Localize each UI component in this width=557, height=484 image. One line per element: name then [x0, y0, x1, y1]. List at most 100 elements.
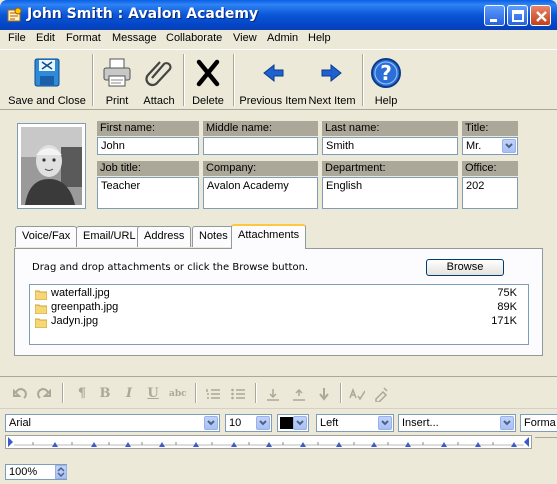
title-bar: John Smith : Avalon Academy — [0, 0, 557, 30]
font-size-select[interactable]: 10 — [225, 414, 272, 432]
save-and-close-button[interactable]: Save and Close — [6, 54, 88, 108]
menu-format[interactable]: Format — [66, 32, 101, 44]
previous-item-button[interactable]: Previous Item — [239, 54, 307, 108]
strikethrough-icon[interactable]: abc — [169, 386, 187, 402]
menu-message[interactable]: Message — [112, 32, 157, 44]
ruler-ticks — [8, 437, 529, 447]
file-size: 171K — [491, 315, 517, 327]
chevron-down-icon[interactable] — [500, 416, 514, 430]
next-item-label: Next Item — [308, 95, 356, 107]
format-toolbar: ¶ B I U abc — [0, 377, 557, 409]
company-label: Company: — [203, 161, 318, 176]
first-name-field[interactable]: John — [97, 137, 199, 155]
title-label: Title: — [462, 121, 518, 136]
align-center-icon[interactable] — [291, 386, 307, 402]
chevron-down-icon[interactable] — [293, 416, 307, 430]
list-item[interactable]: greenpath.jpg 89K — [30, 301, 530, 315]
minimize-icon — [490, 19, 497, 22]
redo-icon[interactable] — [36, 386, 52, 402]
tab-email-url[interactable]: Email/URL — [76, 226, 143, 247]
attachments-panel: Drag and drop attachments or click the B… — [14, 248, 543, 356]
left-indent-marker — [8, 437, 13, 447]
print-label: Print — [105, 95, 129, 107]
delete-button[interactable]: Delete — [189, 54, 227, 108]
tab-voice-fax[interactable]: Voice/Fax — [15, 226, 78, 247]
menu-view[interactable]: View — [233, 32, 257, 44]
underline-icon[interactable]: U — [145, 386, 161, 402]
office-field[interactable]: 202 — [462, 177, 518, 209]
middle-name-field[interactable] — [203, 137, 318, 155]
bold-icon[interactable]: B — [97, 386, 113, 402]
chevron-down-icon[interactable] — [502, 139, 516, 153]
toolbar-separator — [362, 54, 364, 106]
bullet-list-icon[interactable] — [230, 386, 246, 402]
font-family-select[interactable]: Arial — [5, 414, 220, 432]
file-size: 75K — [497, 287, 517, 299]
numbered-list-icon[interactable] — [205, 386, 221, 402]
toolbar-separator — [183, 54, 185, 106]
insert-value: Insert... — [402, 417, 439, 429]
zoom-spinner[interactable] — [55, 465, 67, 479]
arrow-right-icon — [321, 63, 342, 83]
spellcheck-icon[interactable] — [349, 386, 365, 402]
file-name: waterfall.jpg — [51, 287, 110, 299]
align-left-icon[interactable] — [265, 386, 281, 402]
tab-attachments[interactable]: Attachments — [231, 224, 307, 249]
minimize-button[interactable] — [484, 5, 505, 26]
folder-icon — [35, 318, 47, 328]
zoom-value: 100% — [9, 466, 38, 478]
help-button[interactable]: ? Help — [367, 54, 405, 108]
close-button[interactable] — [530, 5, 551, 26]
italic-icon[interactable]: I — [121, 386, 137, 402]
highlight-icon[interactable] — [373, 386, 389, 402]
menu-collaborate[interactable]: Collaborate — [166, 32, 222, 44]
tab-notes[interactable]: Notes — [192, 226, 235, 247]
undo-icon[interactable] — [12, 386, 28, 402]
list-item[interactable]: Jadyn.jpg 171K — [30, 315, 530, 329]
tab-address[interactable]: Address — [137, 226, 192, 247]
menu-help[interactable]: Help — [308, 32, 331, 44]
next-item-button[interactable]: Next Item — [307, 54, 357, 108]
first-name-label: First name: — [97, 121, 199, 136]
app-icon — [7, 7, 22, 22]
chevron-down-icon[interactable] — [204, 416, 218, 430]
arrow-down-icon[interactable] — [316, 386, 332, 402]
insert-select[interactable]: Insert... — [398, 414, 516, 432]
font-family-value: Arial — [9, 417, 32, 429]
list-item[interactable]: waterfall.jpg 75K — [30, 287, 530, 301]
ruler-corner — [535, 437, 557, 449]
chevron-down-icon[interactable] — [378, 416, 392, 430]
text-color-select[interactable] — [277, 414, 309, 432]
chevron-down-icon[interactable] — [256, 416, 270, 430]
alignment-value: Left — [320, 417, 339, 429]
print-button[interactable]: Print — [98, 54, 136, 108]
attach-button[interactable]: Attach — [140, 54, 178, 108]
contact-photo[interactable] — [17, 123, 86, 209]
last-name-label: Last name: — [322, 121, 458, 136]
alignment-select[interactable]: Left — [316, 414, 394, 432]
company-field[interactable]: Avalon Academy — [203, 177, 318, 209]
maximize-button[interactable] — [507, 5, 528, 26]
office-label: Office: — [462, 161, 518, 176]
toolbar: Save and Close Print Attach Delete Previ… — [0, 49, 557, 110]
paragraph-icon[interactable]: ¶ — [74, 386, 90, 402]
window-title: John Smith : Avalon Academy — [27, 6, 259, 22]
menu-admin[interactable]: Admin — [267, 32, 298, 44]
job-title-field[interactable]: Teacher — [97, 177, 199, 209]
help-icon: ? — [371, 58, 401, 88]
department-field[interactable]: English — [322, 177, 458, 209]
delete-x-icon — [196, 59, 220, 87]
menu-edit[interactable]: Edit — [36, 32, 55, 44]
format-select[interactable]: Forma — [520, 414, 557, 432]
last-name-field[interactable]: Smith — [322, 137, 458, 155]
menu-file[interactable]: File — [8, 32, 26, 44]
title-select[interactable]: Mr. — [462, 137, 518, 155]
ruler[interactable] — [5, 435, 532, 449]
attachments-hint: Drag and drop attachments or click the B… — [32, 262, 309, 273]
folder-icon — [35, 304, 47, 314]
browse-button[interactable]: Browse — [426, 259, 504, 276]
delete-label: Delete — [192, 95, 224, 107]
department-label: Department: — [322, 161, 458, 176]
middle-name-label: Middle name: — [203, 121, 318, 136]
help-label: Help — [374, 95, 398, 107]
